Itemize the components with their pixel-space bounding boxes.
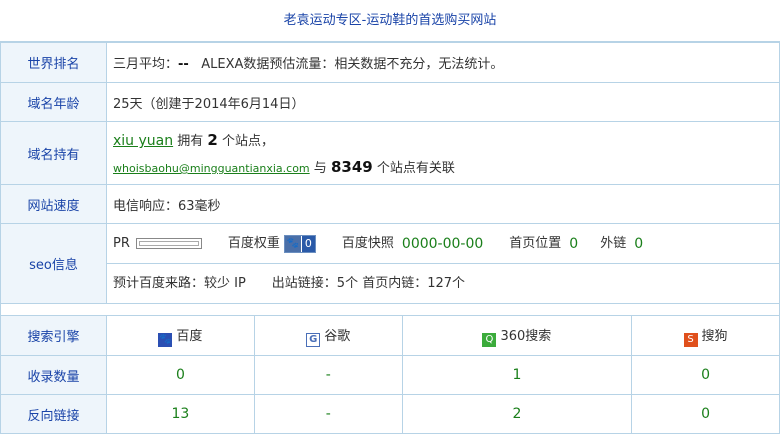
owner-with-text: 与 [313, 161, 327, 176]
indexed-count-row: 收录数量 0 - 1 0 [0, 355, 780, 395]
site-info-table: 世界排名 三月平均：-- ALEXA数据预估流量：相关数据不充分，无法统计。 域… [0, 42, 780, 304]
engine-header-label: 搜索引擎 [0, 315, 107, 356]
pr-label: PR [113, 235, 130, 251]
baidu-icon: 🐾 [158, 332, 173, 347]
owner-related-count: 8349 [330, 158, 373, 176]
engine-360-label: 360搜索 [500, 328, 552, 344]
snapshot-label: 百度快照 [341, 235, 394, 251]
baidu-weight-value: 0 [300, 235, 315, 252]
page-title: 老袁运动专区-运动鞋的首选购买网站 [0, 0, 780, 42]
homepage-pos-value: 0 [569, 235, 579, 252]
speed-value: 电信响应：63毫秒 [106, 184, 780, 224]
paw-icon: 🐾 [284, 235, 301, 252]
owner-related-suffix: 个站点有关联 [376, 161, 455, 176]
owner-has-text: 拥有 [177, 134, 204, 149]
engine-google-label: 谷歌 [324, 328, 351, 344]
pr-bar [135, 238, 202, 249]
engine-google[interactable]: G 谷歌 [253, 315, 403, 356]
indexed-count-label: 收录数量 [0, 355, 107, 395]
engine-sogou-label: 搜狗 [701, 328, 728, 344]
engine-baidu[interactable]: 🐾 百度 [106, 315, 255, 356]
seo-traffic-line: 预计百度来路：较少 IP 出站链接：5个 首页内链：127个 [113, 276, 466, 291]
owner-name-link[interactable]: xiu yuan [113, 133, 173, 149]
engine-baidu-label: 百度 [176, 328, 203, 344]
baidu-weight-badge[interactable]: 🐾 0 [283, 234, 316, 253]
owner-sites-suffix: 个站点， [221, 134, 274, 149]
baidu-weight-label: 百度权重 [227, 235, 280, 251]
external-label: 外链 [600, 235, 627, 251]
rank-label: 世界排名 [0, 42, 107, 83]
rank-prefix: 三月平均： [113, 57, 179, 72]
snapshot-value[interactable]: 0000-00-00 [402, 224, 483, 264]
backlinks-baidu[interactable]: 13 [106, 394, 255, 434]
engine-360[interactable]: Q 360搜索 [401, 315, 633, 356]
owner-label: 域名持有 [0, 121, 107, 185]
seo-value: PR 百度权重 🐾 0 百度快照 0000-00-00 首页位置 0 外链 0 … [106, 223, 780, 304]
homepage-pos-label: 首页位置 [509, 235, 562, 251]
search-engine-table: 搜索引擎 🐾 百度 G 谷歌 Q 360搜索 S 搜狗 收录数量 0 - 1 0 反向链… [0, 315, 780, 434]
engine-header-row: 搜索引擎 🐾 百度 G 谷歌 Q 360搜索 S 搜狗 [0, 315, 780, 356]
external-value: 0 [634, 235, 644, 252]
owner-email-link[interactable]: whoisbaohu@mingguantianxia.com [113, 162, 310, 175]
indexed-360[interactable]: 1 [401, 355, 633, 395]
rank-row: 世界排名 三月平均：-- ALEXA数据预估流量：相关数据不充分，无法统计。 [0, 42, 780, 83]
speed-label: 网站速度 [0, 184, 107, 224]
indexed-google: - [253, 355, 403, 395]
indexed-baidu[interactable]: 0 [106, 355, 255, 395]
age-label: 域名年龄 [0, 82, 107, 122]
age-value: 25天（创建于2014年6月14日） [106, 82, 780, 122]
360-search-icon: Q [482, 332, 497, 347]
backlinks-row: 反向链接 13 - 2 0 [0, 394, 780, 434]
engine-sogou[interactable]: S 搜狗 [631, 315, 780, 356]
google-icon: G [306, 332, 321, 347]
owner-row: 域名持有 xiu yuan 拥有 2 个站点， whoisbaohu@mingg… [0, 121, 780, 185]
seo-label: seo信息 [0, 223, 107, 304]
backlinks-google: - [253, 394, 403, 434]
age-row: 域名年龄 25天（创建于2014年6月14日） [0, 82, 780, 122]
owner-value: xiu yuan 拥有 2 个站点， whoisbaohu@mingguanti… [106, 121, 780, 185]
backlinks-360[interactable]: 2 [401, 394, 633, 434]
seo-row: seo信息 PR 百度权重 🐾 0 百度快照 0000-00-00 首页位置 0 [0, 223, 780, 304]
sogou-icon: S [683, 332, 698, 347]
table-spacer [0, 304, 780, 315]
rank-value: 三月平均：-- ALEXA数据预估流量：相关数据不充分，无法统计。 [106, 42, 780, 83]
indexed-sogou[interactable]: 0 [631, 355, 780, 395]
rank-number: -- [178, 57, 189, 72]
owner-site-count: 2 [207, 131, 218, 149]
backlinks-label: 反向链接 [0, 394, 107, 434]
speed-row: 网站速度 电信响应：63毫秒 [0, 184, 780, 224]
backlinks-sogou[interactable]: 0 [631, 394, 780, 434]
alexa-text: ALEXA数据预估流量：相关数据不充分，无法统计。 [201, 57, 504, 72]
